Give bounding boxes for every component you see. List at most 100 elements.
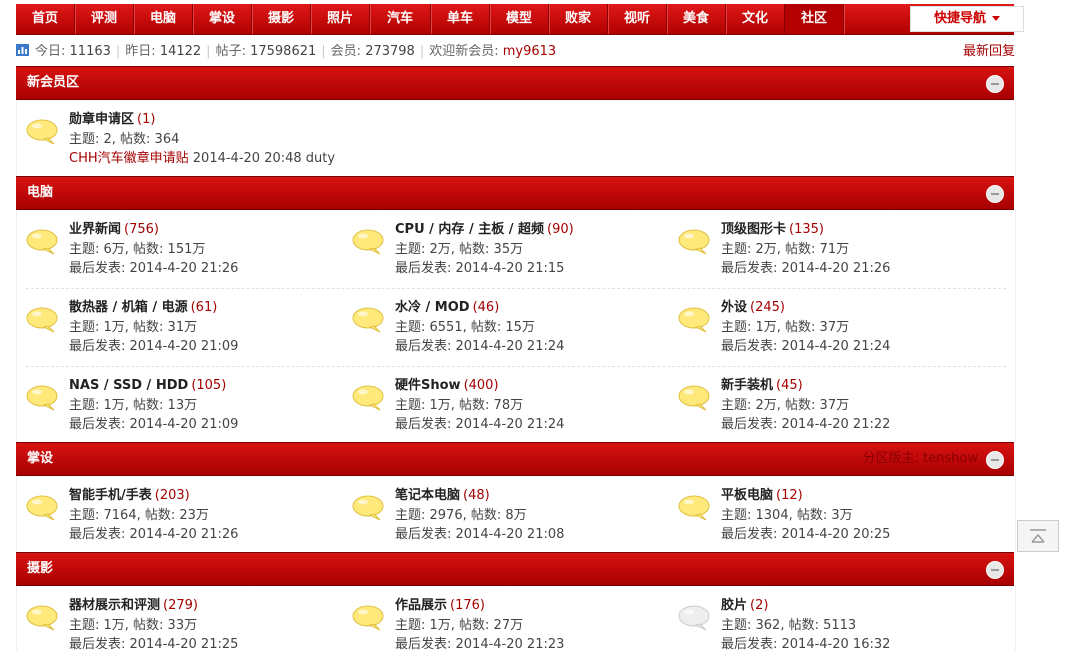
section-title[interactable]: 电脑 <box>27 177 53 209</box>
forum-name-link[interactable]: CPU / 内存 / 主板 / 超频 (90) <box>395 220 574 240</box>
last-post-time: 最后发表: 2014-4-20 21:25 <box>69 637 239 652</box>
nav-item[interactable]: 败家 <box>549 4 608 34</box>
forum-item: 水冷 / MOD (46) 主题: 6551, 帖数: 15万 最后发表: 2014-… <box>343 298 663 358</box>
forum-name[interactable]: 水冷 / MOD <box>395 300 470 315</box>
forum-item: 外设 (245) 主题: 1万, 帖数: 37万 最后发表: 2014-4-20 21… <box>669 298 989 358</box>
forum-stats: 主题: 1万, 帖数: 27万 <box>395 618 524 633</box>
section-moderator[interactable]: 分区版主: tenshow <box>863 443 978 475</box>
new-posts-bubble-icon <box>352 385 384 411</box>
today-post-count: (12) <box>776 488 803 503</box>
forum-name-link[interactable]: 硬件Show (400) <box>395 376 499 396</box>
forum-name[interactable]: 平板电脑 <box>721 488 773 503</box>
collapse-icon[interactable] <box>986 75 1004 93</box>
forum-name[interactable]: 勋章申请区 <box>69 112 134 127</box>
forum-name[interactable]: 外设 <box>721 300 747 315</box>
quick-nav-label: 快捷导航 <box>933 11 986 26</box>
last-post-time: 最后发表: 2014-4-20 21:09 <box>69 339 239 354</box>
forum-name-link[interactable]: 勋章申请区 (1) <box>69 110 155 130</box>
nav-item[interactable]: 摄影 <box>252 4 311 34</box>
section-header-handheld: 掌设 分区版主: tenshow <box>16 442 1014 476</box>
members-count: 273798 <box>365 44 415 59</box>
forum-item: 顶级图形卡 (135) 主题: 2万, 帖数: 71万 最后发表: 2014-4-20… <box>669 220 989 280</box>
forum-item: NAS / SSD / HDD (105) 主题: 1万, 帖数: 13万 最后发表:… <box>17 376 337 436</box>
forum-name[interactable]: 胶片 <box>721 598 747 613</box>
forum-stats: 主题: 6551, 帖数: 15万 <box>395 320 535 335</box>
section-body-handheld: 智能手机/手表 (203) 主题: 7164, 帖数: 23万最后发表: 2014-… <box>16 476 1016 552</box>
nav-item[interactable]: 模型 <box>490 4 549 34</box>
nav-item[interactable]: 文化 <box>726 4 785 34</box>
forum-name-link[interactable]: NAS / SSD / HDD (105) <box>69 376 226 396</box>
new-posts-bubble-icon <box>26 119 58 145</box>
forum-name-link[interactable]: 作品展示 (176) <box>395 596 485 616</box>
forum-stats: 主题: 1万, 帖数: 37万 <box>721 320 850 335</box>
new-posts-bubble-icon <box>678 385 710 411</box>
last-post-time: 最后发表: 2014-4-20 21:26 <box>69 527 239 542</box>
new-posts-bubble-icon <box>26 307 58 333</box>
forum-item: 硬件Show (400) 主题: 1万, 帖数: 78万 最后发表: 2014-4-2… <box>343 376 663 436</box>
forum-name-link[interactable]: 笔记本电脑 (48) <box>395 486 490 506</box>
last-post-link[interactable]: CHH汽车徽章申请贴 <box>69 151 189 166</box>
new-posts-bubble-icon <box>352 605 384 631</box>
forum-name[interactable]: 业界新闻 <box>69 222 121 237</box>
nav-item[interactable]: 视听 <box>608 4 667 34</box>
forum-name-link[interactable]: 新手装机 (45) <box>721 376 803 396</box>
forum-stats: 今日: 11163 | 昨日: 14122 | 帖子: 17598621 | 会员: 273… <box>16 42 1015 62</box>
forum-name[interactable]: 散热器 / 机箱 / 电源 <box>69 300 188 315</box>
forum-name-link[interactable]: 水冷 / MOD (46) <box>395 298 499 318</box>
nav-item[interactable]: 照片 <box>311 4 370 34</box>
nav-item[interactable]: 单车 <box>431 4 490 34</box>
nav-item[interactable]: 评测 <box>75 4 134 34</box>
nav-item[interactable]: 汽车 <box>370 4 431 34</box>
forum-name-link[interactable]: 散热器 / 机箱 / 电源 (61) <box>69 298 217 318</box>
forum-name-link[interactable]: 顶级图形卡 (135) <box>721 220 824 240</box>
forum-name[interactable]: 笔记本电脑 <box>395 488 460 503</box>
new-posts-bubble-icon <box>26 605 58 631</box>
forum-name-link[interactable]: 智能手机/手表 (203) <box>69 486 190 506</box>
forum-name-link[interactable]: 平板电脑 (12) <box>721 486 803 506</box>
nav-item[interactable]: 首页 <box>16 4 75 34</box>
new-posts-bubble-icon <box>352 229 384 255</box>
quick-nav-button[interactable]: 快捷导航 <box>910 6 1024 32</box>
today-count: 11163 <box>69 44 111 59</box>
today-post-count: (756) <box>124 222 159 237</box>
latest-reply-link[interactable]: 最新回复 <box>963 42 1015 62</box>
forum-name[interactable]: 智能手机/手表 <box>69 488 152 503</box>
forum-name-link[interactable]: 业界新闻 (756) <box>69 220 159 240</box>
nav-item[interactable]: 掌设 <box>193 4 252 34</box>
forum-name-link[interactable]: 器材展示和评测 (279) <box>69 596 198 616</box>
forum-item: 平板电脑 (12) 主题: 1304, 帖数: 3万 最后发表: 2014-4-20 … <box>669 486 989 546</box>
section-title[interactable]: 摄影 <box>27 553 53 585</box>
collapse-icon[interactable] <box>986 451 1004 469</box>
forum-name[interactable]: 硬件Show <box>395 378 461 393</box>
last-post-time: 最后发表: 2014-4-20 21:26 <box>721 261 891 276</box>
section-title[interactable]: 掌设 <box>27 443 53 475</box>
forum-name[interactable]: 作品展示 <box>395 598 447 613</box>
forum-name[interactable]: 新手装机 <box>721 378 773 393</box>
no-new-posts-bubble-icon <box>678 605 710 631</box>
forum-stats: 主题: 7164, 帖数: 23万 <box>69 508 209 523</box>
forum-name[interactable]: 顶级图形卡 <box>721 222 786 237</box>
nav-item[interactable]: 美食 <box>667 4 726 34</box>
collapse-icon[interactable] <box>986 561 1004 579</box>
row-divider <box>26 288 1006 289</box>
new-member-link[interactable]: my9613 <box>503 44 556 59</box>
nav-item[interactable]: 社区 <box>785 4 844 34</box>
forum-name-link[interactable]: 外设 (245) <box>721 298 785 318</box>
last-post-time: 最后发表: 2014-4-20 21:22 <box>721 417 891 432</box>
forum-name[interactable]: NAS / SSD / HDD <box>69 378 188 393</box>
section-title[interactable]: 新会员区 <box>27 67 79 99</box>
caret-down-icon <box>992 16 1000 21</box>
collapse-icon[interactable] <box>986 185 1004 203</box>
yesterday-label: 昨日: <box>125 44 156 59</box>
nav-item[interactable]: 电脑 <box>134 4 193 34</box>
section-header-computer: 电脑 <box>16 176 1014 210</box>
today-post-count: (135) <box>789 222 824 237</box>
section-header-photography: 摄影 <box>16 552 1014 586</box>
forum-item: 勋章申请区 (1) 主题: 2, 帖数: 364 CHH汽车徽章申请贴 2014-4-… <box>17 110 337 170</box>
forum-name[interactable]: 器材展示和评测 <box>69 598 160 613</box>
forum-name-link[interactable]: 胶片 (2) <box>721 596 768 616</box>
forum-name[interactable]: CPU / 内存 / 主板 / 超频 <box>395 222 544 237</box>
back-to-top-button[interactable] <box>1017 520 1059 552</box>
today-post-count: (46) <box>472 300 500 315</box>
forum-item: 胶片 (2) 主题: 362, 帖数: 5113 最后发表: 2014-4-20 16… <box>669 596 989 656</box>
